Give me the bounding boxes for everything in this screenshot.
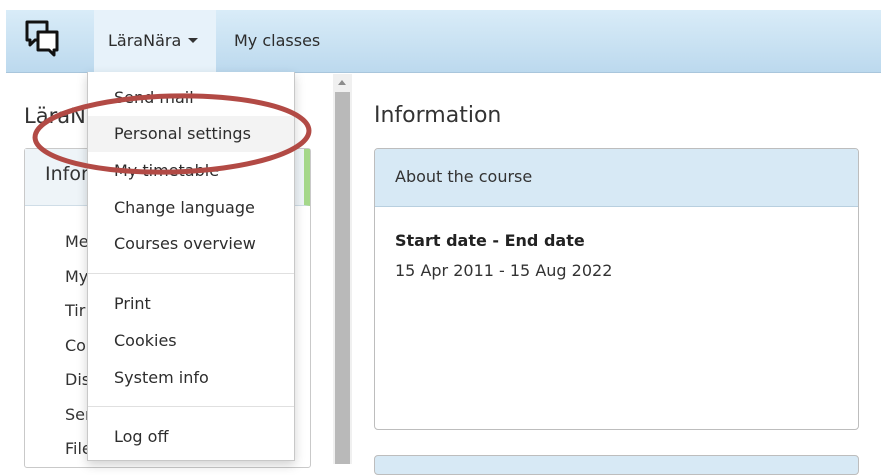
date-range-label: Start date - End date — [395, 231, 585, 250]
menu-divider — [88, 406, 294, 407]
top-navbar: LäraNära My classes — [6, 10, 881, 105]
menu-item-cookies[interactable]: Cookies — [88, 323, 294, 359]
nav-laranara-menu[interactable]: LäraNära — [94, 10, 216, 72]
about-course-title: About the course — [395, 167, 533, 186]
laranara-dropdown-menu: Send mail Personal settings My timetable… — [87, 72, 295, 461]
menu-item-log-off[interactable]: Log off — [88, 419, 294, 455]
menu-item-change-language[interactable]: Change language — [88, 190, 294, 226]
about-course-panel: About the course Start date - End date 1… — [374, 148, 859, 430]
menu-divider — [88, 273, 294, 274]
about-course-panel-header: About the course — [375, 149, 858, 207]
left-panel-title: Infor — [45, 163, 89, 185]
caret-down-icon — [188, 38, 199, 43]
menu-item-system-info[interactable]: System info — [88, 360, 294, 396]
date-range-value: 15 Apr 2011 - 15 Aug 2022 — [395, 261, 613, 280]
menu-item-my-timetable[interactable]: My timetable — [88, 153, 294, 189]
nav-laranara-label: LäraNära — [108, 31, 182, 50]
page-title: Information — [374, 103, 502, 128]
menu-item-print[interactable]: Print — [88, 286, 294, 322]
second-panel-header — [374, 455, 859, 475]
scrollbar-thumb[interactable] — [335, 92, 350, 464]
nav-my-classes-label: My classes — [234, 31, 321, 50]
nav-my-classes-menu[interactable]: My classes — [220, 10, 348, 105]
scroll-up-arrow-icon[interactable] — [338, 80, 346, 85]
menu-item-send-mail[interactable]: Send mail — [88, 80, 294, 116]
chat-bubbles-logo-icon[interactable] — [22, 18, 62, 58]
menu-item-courses-overview[interactable]: Courses overview — [88, 226, 294, 262]
left-column-heading: LäraN — [24, 104, 86, 128]
menu-item-personal-settings[interactable]: Personal settings — [88, 116, 294, 152]
